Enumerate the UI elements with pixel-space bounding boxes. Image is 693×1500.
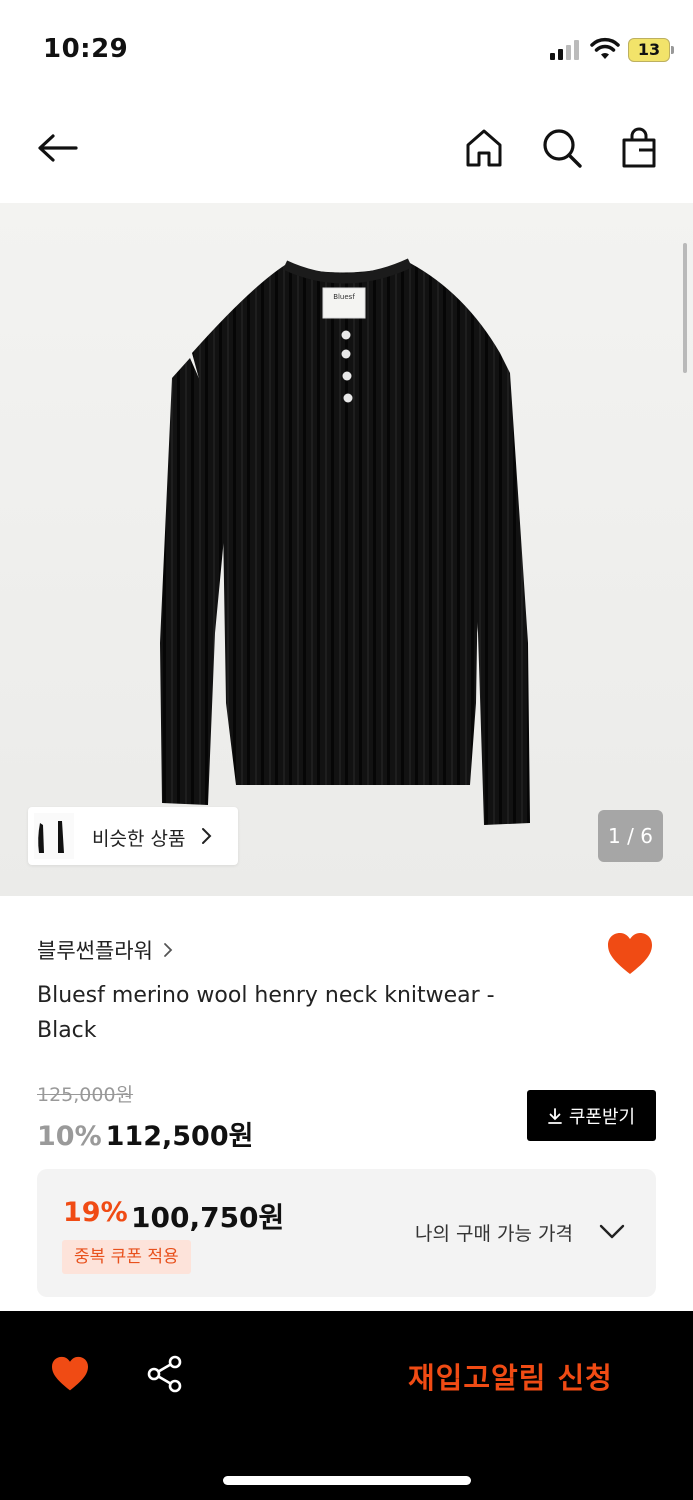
search-icon[interactable]	[540, 126, 584, 170]
original-price: 125,000원	[37, 1084, 134, 1106]
share-icon[interactable]	[146, 1355, 184, 1393]
coupon-label: 쿠폰받기	[568, 1106, 636, 1128]
home-icon[interactable]	[462, 126, 506, 170]
brand-link[interactable]: 블루썬플라워	[37, 935, 173, 965]
svg-text:Bluesf: Bluesf	[333, 293, 355, 301]
bottom-action-bar: 재입고알림 신청	[0, 1311, 693, 1500]
shopping-bag-icon[interactable]	[617, 126, 661, 170]
home-indicator	[223, 1476, 471, 1485]
discount-percent: 10%	[37, 1121, 102, 1152]
coupon-download-button[interactable]: 쿠폰받기	[527, 1090, 656, 1141]
price-row: 10% 112,500원	[37, 1114, 253, 1153]
image-scrollbar[interactable]	[683, 243, 687, 373]
top-nav	[0, 110, 693, 190]
brand-name: 블루썬플라워	[37, 939, 153, 963]
sale-price: 112,500원	[105, 1121, 254, 1152]
image-counter: 1 / 6	[598, 810, 663, 862]
sweater-image: Bluesf	[160, 258, 530, 825]
heart-icon[interactable]	[50, 1356, 90, 1392]
status-bar: 10:29 13	[0, 0, 693, 100]
restock-alert-button[interactable]: 재입고알림 신청	[408, 1355, 613, 1397]
best-price: 100,750원	[131, 1201, 285, 1234]
status-time: 10:29	[43, 34, 129, 64]
my-price-toggle-label[interactable]: 나의 구매 가능 가격	[415, 1219, 573, 1246]
arrow-left-icon[interactable]	[36, 126, 80, 170]
coupon-applied-badge: 중복 쿠폰 적용	[62, 1240, 191, 1274]
similar-thumbnail	[34, 813, 74, 859]
chevron-down-icon[interactable]	[599, 1224, 625, 1240]
wishlist-heart-icon[interactable]	[606, 932, 654, 976]
similar-products-label: 비슷한 상품	[92, 828, 186, 850]
chevron-right-icon	[202, 828, 212, 844]
best-discount-percent: 19%	[63, 1197, 128, 1228]
best-price-box[interactable]: 19% 100,750원 중복 쿠폰 적용 나의 구매 가능 가격	[37, 1169, 656, 1297]
product-title: Bluesf merino wool henry neck knitwear -…	[37, 983, 495, 1043]
product-image[interactable]: Bluesf 비슷한 상품 1 / 6	[0, 203, 693, 896]
download-icon	[547, 1107, 562, 1124]
wifi-icon	[590, 37, 620, 59]
chevron-right-icon	[164, 943, 173, 957]
signal-icon	[550, 40, 579, 60]
battery-indicator: 13	[628, 38, 674, 62]
similar-products-button[interactable]: 비슷한 상품	[28, 807, 238, 865]
